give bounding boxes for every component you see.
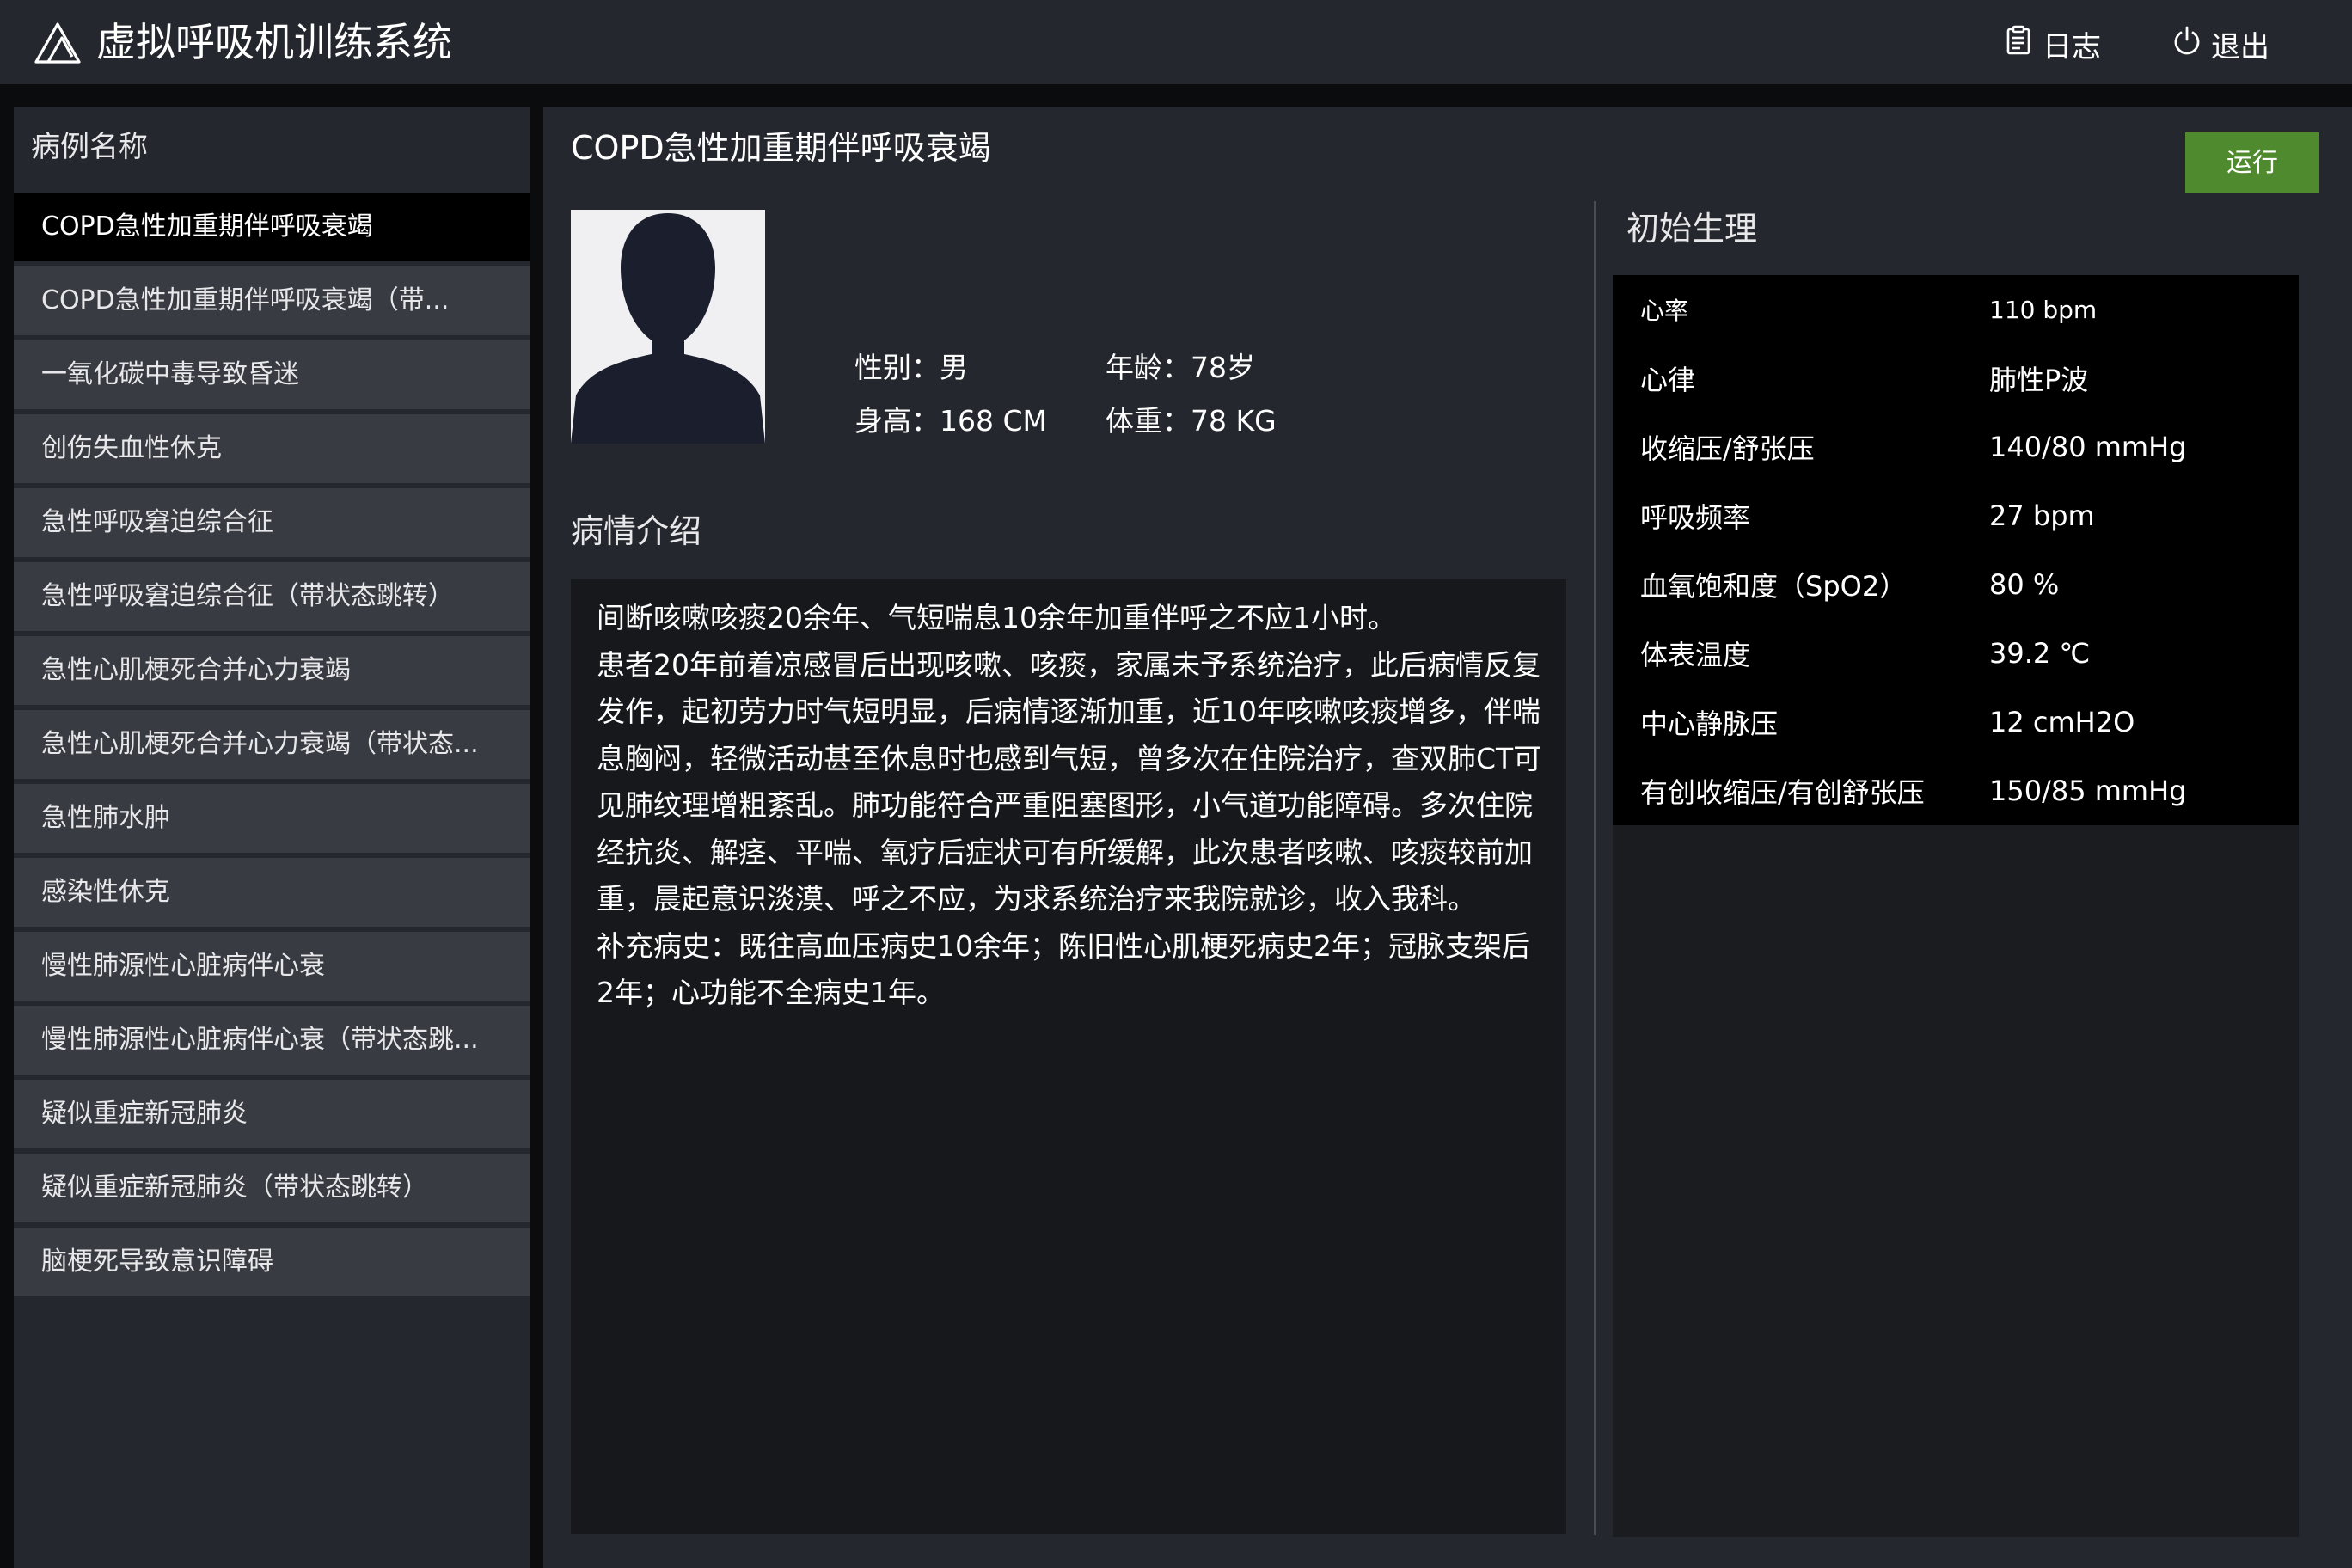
height-label: 身高： [854, 404, 940, 438]
top-bar: 虚拟呼吸机训练系统 日志 退出 [0, 0, 2352, 84]
case-item[interactable]: 疑似重症新冠肺炎（带状态跳转） [14, 1154, 530, 1222]
patient-height: 身高：168 CM [854, 402, 1047, 440]
patient-weight: 体重：78 KG [1106, 402, 1277, 440]
physiology-value: 12 cmH2O [1989, 706, 2135, 738]
case-item[interactable]: 急性肺水肿 [14, 784, 530, 853]
sex-value: 男 [940, 351, 968, 384]
weight-value: 78 KG [1191, 404, 1277, 438]
physiology-row: 血氧饱和度（SpO2） 80 % [1613, 550, 2299, 619]
case-detail-panel: COPD急性加重期伴呼吸衰竭 运行 性别：男 年龄：78岁 身高：168 CM … [543, 107, 2352, 1568]
app-title: 虚拟呼吸机训练系统 [96, 19, 452, 65]
physiology-label: 中心静脉压 [1640, 707, 1779, 740]
physiology-value: 肺性P波 [1989, 364, 2089, 396]
case-item[interactable]: 感染性休克 [14, 858, 530, 927]
log-button[interactable]: 日志 [2003, 22, 2101, 65]
physiology-row: 心率 110 bpm [1613, 275, 2299, 344]
physiology-value: 150/85 mmHg [1989, 775, 2187, 807]
physiology-panel: 心率 110 bpm 心律 肺性P波 收缩压/舒张压 140/80 mmHg 呼… [1613, 275, 2299, 1537]
physiology-row: 心律 肺性P波 [1613, 344, 2299, 413]
case-item[interactable]: 慢性肺源性心脏病伴心衰 [14, 932, 530, 1001]
physiology-label: 体表温度 [1640, 639, 1751, 671]
physiology-row: 体表温度 39.2 ℃ [1613, 619, 2299, 688]
case-item[interactable]: 疑似重症新冠肺炎 [14, 1080, 530, 1148]
log-label: 日志 [2043, 29, 2101, 64]
exit-label: 退出 [2211, 29, 2269, 64]
sex-label: 性别： [854, 351, 940, 384]
case-item[interactable]: 急性心肌梗死合并心力衰竭（带状态... [14, 710, 530, 779]
case-item[interactable]: 创伤失血性休克 [14, 414, 530, 483]
divider [1594, 201, 1596, 1535]
description-heading: 病情介绍 [571, 512, 702, 550]
run-button[interactable]: 运行 [2185, 132, 2319, 193]
case-item[interactable]: 急性呼吸窘迫综合征（带状态跳转） [14, 562, 530, 631]
age-label: 年龄： [1106, 351, 1191, 384]
power-icon [2171, 25, 2202, 64]
physiology-label: 心率 [1640, 297, 1689, 325]
physiology-row: 呼吸频率 27 bpm [1613, 481, 2299, 550]
description-text: 间断咳嗽咳痰20余年、气短喘息10余年加重伴呼之不应1小时。 患者20年前着凉感… [597, 601, 1542, 1009]
patient-sex: 性别：男 [854, 349, 968, 387]
person-silhouette-icon [571, 210, 765, 444]
case-list: COPD急性加重期伴呼吸衰竭 COPD急性加重期伴呼吸衰竭（带... 一氧化碳中… [14, 193, 530, 1296]
case-item[interactable]: 脑梗死导致意识障碍 [14, 1228, 530, 1296]
physiology-heading: 初始生理 [1626, 210, 1758, 248]
physiology-value: 80 % [1989, 568, 2060, 601]
case-list-panel: 病例名称 COPD急性加重期伴呼吸衰竭 COPD急性加重期伴呼吸衰竭（带... … [14, 107, 530, 1568]
physiology-value: 140/80 mmHg [1989, 431, 2187, 463]
weight-label: 体重： [1106, 404, 1191, 438]
physiology-row: 中心静脉压 12 cmH2O [1613, 688, 2299, 756]
case-list-heading: 病例名称 [31, 130, 148, 164]
physiology-label: 收缩压/舒张压 [1640, 432, 1815, 465]
mountain-logo-icon [33, 19, 83, 65]
physiology-table: 心率 110 bpm 心律 肺性P波 收缩压/舒张压 140/80 mmHg 呼… [1613, 275, 2299, 825]
physiology-label: 血氧饱和度（SpO2） [1640, 570, 1908, 603]
case-item[interactable]: COPD急性加重期伴呼吸衰竭 [14, 193, 530, 261]
physiology-value: 39.2 ℃ [1989, 637, 2091, 670]
case-title: COPD急性加重期伴呼吸衰竭 [571, 129, 991, 167]
patient-age: 年龄：78岁 [1106, 349, 1255, 387]
physiology-value: 110 bpm [1989, 295, 2098, 324]
case-item[interactable]: COPD急性加重期伴呼吸衰竭（带... [14, 266, 530, 335]
physiology-label: 有创收缩压/有创舒张压 [1640, 776, 1925, 809]
clipboard-icon [2003, 25, 2034, 64]
case-item[interactable]: 慢性肺源性心脏病伴心衰（带状态跳... [14, 1006, 530, 1075]
case-item[interactable]: 急性心肌梗死合并心力衰竭 [14, 636, 530, 705]
physiology-row: 有创收缩压/有创舒张压 150/85 mmHg [1613, 756, 2299, 825]
physiology-value: 27 bpm [1989, 499, 2095, 532]
age-value: 78岁 [1191, 351, 1255, 384]
height-value: 168 CM [940, 404, 1047, 438]
description-box: 间断咳嗽咳痰20余年、气短喘息10余年加重伴呼之不应1小时。 患者20年前着凉感… [571, 579, 1566, 1534]
physiology-label: 心律 [1640, 364, 1696, 396]
case-item[interactable]: 急性呼吸窘迫综合征 [14, 488, 530, 557]
exit-button[interactable]: 退出 [2171, 22, 2269, 65]
physiology-row: 收缩压/舒张压 140/80 mmHg [1613, 413, 2299, 481]
case-item[interactable]: 一氧化碳中毒导致昏迷 [14, 340, 530, 409]
physiology-label: 呼吸频率 [1640, 501, 1751, 534]
